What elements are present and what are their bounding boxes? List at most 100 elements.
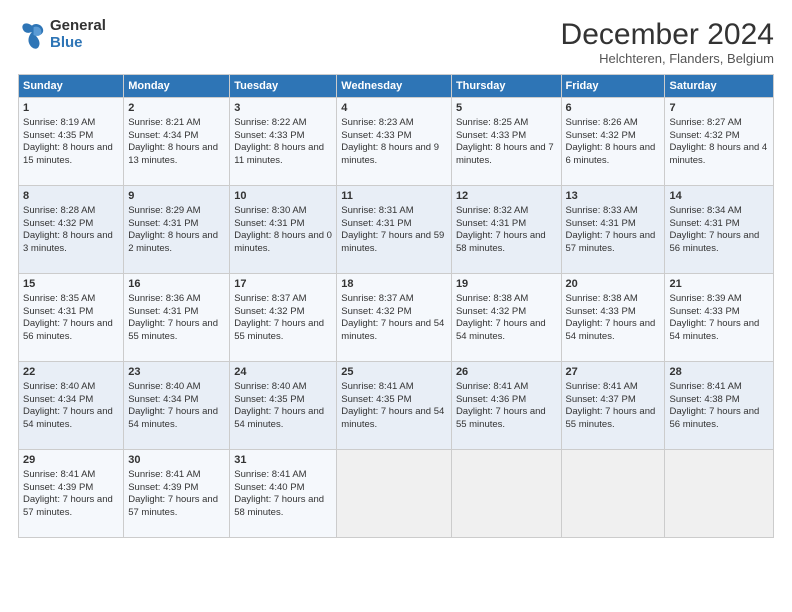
sunrise-text: Sunrise: 8:39 AM	[669, 293, 769, 306]
sunset-text: Sunset: 4:31 PM	[669, 218, 769, 231]
calendar-cell: 12Sunrise: 8:32 AMSunset: 4:31 PMDayligh…	[451, 186, 561, 274]
logo-line1: General	[50, 18, 106, 35]
sunset-text: Sunset: 4:35 PM	[341, 394, 447, 407]
daylight-text: Daylight: 7 hours and 54 minutes.	[341, 406, 447, 432]
daylight-text: Daylight: 7 hours and 55 minutes.	[456, 406, 557, 432]
sunset-text: Sunset: 4:34 PM	[128, 130, 225, 143]
sunset-text: Sunset: 4:33 PM	[566, 306, 661, 319]
day-number: 3	[234, 101, 332, 116]
calendar-cell: 6Sunrise: 8:26 AMSunset: 4:32 PMDaylight…	[561, 98, 665, 186]
col-wednesday: Wednesday	[337, 75, 452, 98]
daylight-text: Daylight: 7 hours and 56 minutes.	[23, 318, 119, 344]
daylight-text: Daylight: 7 hours and 57 minutes.	[128, 494, 225, 520]
calendar-week-0: 1Sunrise: 8:19 AMSunset: 4:35 PMDaylight…	[19, 98, 774, 186]
day-number: 15	[23, 277, 119, 292]
sunrise-text: Sunrise: 8:26 AM	[566, 117, 661, 130]
sunrise-text: Sunrise: 8:37 AM	[341, 293, 447, 306]
calendar-cell: 23Sunrise: 8:40 AMSunset: 4:34 PMDayligh…	[124, 362, 230, 450]
daylight-text: Daylight: 7 hours and 58 minutes.	[456, 230, 557, 256]
sunrise-text: Sunrise: 8:37 AM	[234, 293, 332, 306]
sunrise-text: Sunrise: 8:32 AM	[456, 205, 557, 218]
day-number: 4	[341, 101, 447, 116]
daylight-text: Daylight: 7 hours and 54 minutes.	[456, 318, 557, 344]
col-saturday: Saturday	[665, 75, 774, 98]
calendar-cell: 30Sunrise: 8:41 AMSunset: 4:39 PMDayligh…	[124, 450, 230, 538]
calendar-cell: 14Sunrise: 8:34 AMSunset: 4:31 PMDayligh…	[665, 186, 774, 274]
day-number: 10	[234, 189, 332, 204]
sunrise-text: Sunrise: 8:19 AM	[23, 117, 119, 130]
day-number: 7	[669, 101, 769, 116]
sunset-text: Sunset: 4:31 PM	[128, 218, 225, 231]
calendar-cell: 31Sunrise: 8:41 AMSunset: 4:40 PMDayligh…	[230, 450, 337, 538]
day-number: 14	[669, 189, 769, 204]
sunset-text: Sunset: 4:39 PM	[23, 482, 119, 495]
day-number: 16	[128, 277, 225, 292]
col-sunday: Sunday	[19, 75, 124, 98]
daylight-text: Daylight: 7 hours and 56 minutes.	[669, 406, 769, 432]
calendar-cell: 7Sunrise: 8:27 AMSunset: 4:32 PMDaylight…	[665, 98, 774, 186]
daylight-text: Daylight: 7 hours and 55 minutes.	[128, 318, 225, 344]
daylight-text: Daylight: 7 hours and 54 minutes.	[234, 406, 332, 432]
daylight-text: Daylight: 8 hours and 0 minutes.	[234, 230, 332, 256]
daylight-text: Daylight: 8 hours and 13 minutes.	[128, 142, 225, 168]
sunset-text: Sunset: 4:33 PM	[341, 130, 447, 143]
sunset-text: Sunset: 4:31 PM	[128, 306, 225, 319]
sunset-text: Sunset: 4:33 PM	[669, 306, 769, 319]
logo-line2: Blue	[50, 35, 106, 52]
calendar-cell: 19Sunrise: 8:38 AMSunset: 4:32 PMDayligh…	[451, 274, 561, 362]
daylight-text: Daylight: 8 hours and 3 minutes.	[23, 230, 119, 256]
col-monday: Monday	[124, 75, 230, 98]
day-number: 29	[23, 453, 119, 468]
sunrise-text: Sunrise: 8:40 AM	[128, 381, 225, 394]
main-title: December 2024	[561, 18, 774, 51]
calendar-cell: 17Sunrise: 8:37 AMSunset: 4:32 PMDayligh…	[230, 274, 337, 362]
day-number: 18	[341, 277, 447, 292]
daylight-text: Daylight: 8 hours and 4 minutes.	[669, 142, 769, 168]
day-number: 24	[234, 365, 332, 380]
calendar-cell: 22Sunrise: 8:40 AMSunset: 4:34 PMDayligh…	[19, 362, 124, 450]
sunrise-text: Sunrise: 8:29 AM	[128, 205, 225, 218]
sunset-text: Sunset: 4:32 PM	[341, 306, 447, 319]
sunset-text: Sunset: 4:31 PM	[23, 306, 119, 319]
calendar-cell: 11Sunrise: 8:31 AMSunset: 4:31 PMDayligh…	[337, 186, 452, 274]
daylight-text: Daylight: 7 hours and 55 minutes.	[234, 318, 332, 344]
daylight-text: Daylight: 8 hours and 9 minutes.	[341, 142, 447, 168]
sunrise-text: Sunrise: 8:41 AM	[341, 381, 447, 394]
sunset-text: Sunset: 4:31 PM	[341, 218, 447, 231]
day-number: 1	[23, 101, 119, 116]
day-number: 11	[341, 189, 447, 204]
calendar-cell: 20Sunrise: 8:38 AMSunset: 4:33 PMDayligh…	[561, 274, 665, 362]
day-number: 8	[23, 189, 119, 204]
sunrise-text: Sunrise: 8:21 AM	[128, 117, 225, 130]
sunrise-text: Sunrise: 8:25 AM	[456, 117, 557, 130]
sunset-text: Sunset: 4:37 PM	[566, 394, 661, 407]
col-thursday: Thursday	[451, 75, 561, 98]
calendar-cell: 25Sunrise: 8:41 AMSunset: 4:35 PMDayligh…	[337, 362, 452, 450]
sunset-text: Sunset: 4:38 PM	[669, 394, 769, 407]
sunrise-text: Sunrise: 8:35 AM	[23, 293, 119, 306]
title-block: December 2024 Helchteren, Flanders, Belg…	[561, 18, 774, 66]
daylight-text: Daylight: 7 hours and 57 minutes.	[23, 494, 119, 520]
col-tuesday: Tuesday	[230, 75, 337, 98]
day-number: 30	[128, 453, 225, 468]
day-number: 31	[234, 453, 332, 468]
sunset-text: Sunset: 4:33 PM	[456, 130, 557, 143]
sunrise-text: Sunrise: 8:23 AM	[341, 117, 447, 130]
calendar-cell: 29Sunrise: 8:41 AMSunset: 4:39 PMDayligh…	[19, 450, 124, 538]
page: General Blue December 2024 Helchteren, F…	[0, 0, 792, 612]
calendar-cell: 21Sunrise: 8:39 AMSunset: 4:33 PMDayligh…	[665, 274, 774, 362]
calendar-cell: 18Sunrise: 8:37 AMSunset: 4:32 PMDayligh…	[337, 274, 452, 362]
sunrise-text: Sunrise: 8:36 AM	[128, 293, 225, 306]
sunrise-text: Sunrise: 8:41 AM	[128, 469, 225, 482]
sunrise-text: Sunrise: 8:41 AM	[456, 381, 557, 394]
calendar-week-2: 15Sunrise: 8:35 AMSunset: 4:31 PMDayligh…	[19, 274, 774, 362]
daylight-text: Daylight: 7 hours and 54 minutes.	[566, 318, 661, 344]
calendar-cell: 26Sunrise: 8:41 AMSunset: 4:36 PMDayligh…	[451, 362, 561, 450]
sunrise-text: Sunrise: 8:30 AM	[234, 205, 332, 218]
daylight-text: Daylight: 8 hours and 7 minutes.	[456, 142, 557, 168]
sunrise-text: Sunrise: 8:31 AM	[341, 205, 447, 218]
subtitle: Helchteren, Flanders, Belgium	[561, 51, 774, 66]
calendar-cell: 8Sunrise: 8:28 AMSunset: 4:32 PMDaylight…	[19, 186, 124, 274]
calendar-cell: 4Sunrise: 8:23 AMSunset: 4:33 PMDaylight…	[337, 98, 452, 186]
daylight-text: Daylight: 8 hours and 11 minutes.	[234, 142, 332, 168]
